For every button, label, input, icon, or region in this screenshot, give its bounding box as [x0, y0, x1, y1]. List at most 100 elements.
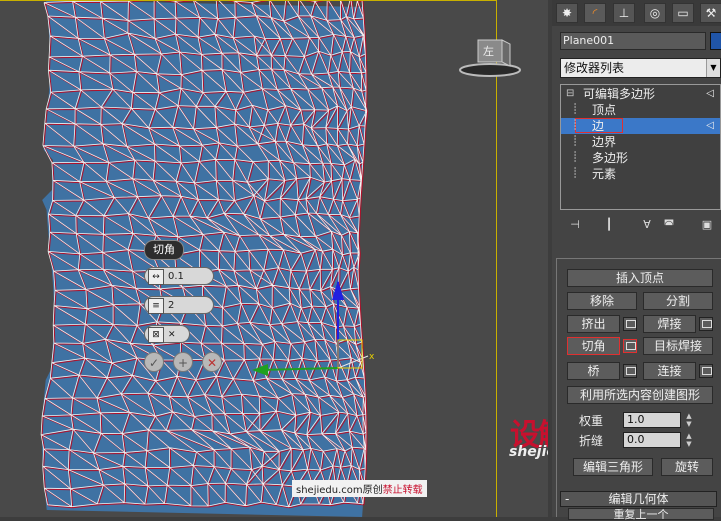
tree-branch-icon: ┊	[572, 168, 579, 179]
end-result-icon: ┃	[605, 218, 613, 231]
open-toggle-x: ✕	[168, 330, 176, 340]
crease-label: 折缝	[579, 434, 604, 448]
motion-icon: ◎	[649, 6, 661, 20]
tree-branch-icon: ┊	[572, 152, 579, 163]
collapse-minus-icon: -	[565, 492, 570, 506]
modifier-stack: ⊟ 可编辑多边形 ◁ ┊ 顶点 ┊ 边 ◁ ┊ 边界 ┊ 多边形 ┊ 元素	[560, 84, 721, 210]
tree-branch-icon: ┊	[572, 120, 579, 131]
stack-item-label: 顶点	[592, 103, 617, 117]
pin-icon: ⊣	[570, 218, 580, 231]
caddy-segments-value: 2	[168, 300, 175, 311]
hierarchy-tab[interactable]: ⊥	[613, 3, 635, 23]
stack-item-edge[interactable]: ┊ 边 ◁	[561, 118, 720, 134]
connect-button[interactable]: 连接	[643, 362, 696, 380]
check-icon: ✓	[148, 356, 160, 370]
caddy-title-label: 切角	[153, 243, 175, 256]
caddy-amount-value: 0.1	[168, 271, 184, 282]
trash-icon: ◚	[663, 218, 675, 231]
stack-item-element[interactable]: ┊ 元素	[561, 166, 720, 182]
chamfer-amount-icon: ↔	[148, 269, 164, 285]
caddy-segments-field[interactable]: ≡ 2	[144, 296, 214, 314]
chevron-down-icon: ▼	[706, 59, 720, 77]
stack-item-polygon[interactable]: ┊ 多边形	[561, 150, 720, 166]
caddy-cancel-button[interactable]: ✕	[202, 352, 222, 372]
bridge-button[interactable]: 桥	[567, 362, 620, 380]
caddy-open-toggle[interactable]: ⊠ ✕	[144, 325, 190, 343]
turn-button[interactable]: 旋转	[661, 458, 713, 476]
configure-sets-button[interactable]: ▣	[698, 216, 716, 234]
show-end-result-button[interactable]: ┃	[600, 216, 618, 234]
command-panel: ✸ ◜ ⊥ ◎ ▭ ⚒ Plane001 修改器列表 ▼ ⊟ 可编辑多边形 ◁ ┊…	[552, 0, 721, 521]
motion-tab[interactable]: ◎	[644, 3, 666, 23]
connect-settings-button[interactable]	[699, 364, 713, 378]
weld-button[interactable]: 焊接	[643, 315, 696, 333]
tree-branch-icon: ┊	[572, 136, 579, 147]
command-tabs: ✸ ◜ ⊥ ◎ ▭ ⚒	[552, 0, 721, 26]
caddy-title[interactable]: 切角	[144, 240, 184, 260]
configure-icon: ▣	[701, 218, 713, 231]
active-flag-icon: ◁	[706, 120, 714, 131]
stack-item-label: 边界	[592, 135, 617, 149]
extrude-button[interactable]: 挤出	[567, 315, 620, 333]
edit-edges-rollout: 插入顶点 移除 分割 挤出 焊接 切角 目标焊接 桥 连接 利用所选内容创建图形…	[556, 258, 721, 517]
utilities-icon: ⚒	[705, 6, 717, 20]
modify-icon: ◜	[592, 6, 598, 20]
stack-item-vertex[interactable]: ┊ 顶点	[561, 102, 720, 118]
repeat-last-button[interactable]: 重复上一个	[568, 508, 714, 521]
bridge-settings-button[interactable]	[623, 364, 637, 378]
pin-stack-button[interactable]: ⊣	[566, 216, 584, 234]
make-unique-button[interactable]: ∀	[638, 216, 656, 234]
stack-root-label: 可编辑多边形	[583, 87, 656, 101]
credit-site: shejiedu.com原创	[296, 485, 383, 496]
create-tab[interactable]: ✸	[556, 3, 578, 23]
open-chamfer-icon: ⊠	[148, 327, 164, 343]
collapse-icon: ⊟	[566, 88, 575, 99]
weight-spinner-arrows[interactable]: ▲ ▼	[684, 412, 694, 428]
chamfer-button[interactable]: 切角	[567, 337, 620, 355]
stack-item-label: 边	[592, 119, 605, 133]
split-button[interactable]: 分割	[643, 292, 713, 310]
viewport-left[interactable]: 左 x 切角 ↔0.1 ≡2 ⊠✕ ✓ + ✕ 设解读 shejiedu.com…	[0, 0, 548, 517]
caddy-apply-button[interactable]: +	[173, 352, 193, 372]
stack-toolbar: ⊣ ┃ ∀ ◚ ▣	[560, 214, 721, 238]
credit-warning: 禁止转载	[382, 485, 423, 496]
crease-spinner-arrows[interactable]: ▲ ▼	[684, 432, 694, 448]
credit-banner: shejiedu.com原创禁止转载	[292, 480, 427, 497]
x-icon: ✕	[206, 356, 218, 370]
modifier-list-label: 修改器列表	[564, 61, 625, 75]
display-tab[interactable]: ▭	[672, 3, 694, 23]
stack-item-border[interactable]: ┊ 边界	[561, 134, 720, 150]
create-icon: ✸	[561, 6, 573, 20]
segments-icon: ≡	[148, 298, 164, 314]
unique-icon: ∀	[643, 218, 651, 231]
move-gizmo[interactable]: x	[0, 0, 548, 517]
chamfer-settings-button[interactable]	[623, 339, 637, 353]
display-icon: ▭	[677, 6, 689, 20]
stack-item-label: 元素	[592, 167, 617, 181]
utilities-tab[interactable]: ⚒	[700, 3, 721, 23]
edit-geometry-label: 编辑几何体	[608, 492, 669, 506]
weld-settings-button[interactable]	[699, 317, 713, 331]
stack-item-label: 多边形	[592, 151, 629, 165]
weight-spinner[interactable]: 1.0	[623, 412, 681, 428]
create-shape-button[interactable]: 利用所选内容创建图形	[567, 386, 713, 404]
hierarchy-icon: ⊥	[618, 6, 630, 20]
object-name-field[interactable]: Plane001	[560, 32, 706, 50]
modify-tab[interactable]: ◜	[584, 3, 606, 23]
weight-label: 权重	[579, 414, 604, 428]
caddy-ok-button[interactable]: ✓	[144, 352, 164, 372]
modifier-list-dropdown[interactable]: 修改器列表 ▼	[560, 58, 721, 78]
insert-vertex-button[interactable]: 插入顶点	[567, 269, 713, 287]
axis-x-label: x	[369, 352, 375, 362]
caddy-amount-field[interactable]: ↔ 0.1	[144, 267, 214, 285]
edit-triangulation-button[interactable]: 编辑三角形	[573, 458, 653, 476]
remove-button[interactable]: 移除	[567, 292, 637, 310]
target-weld-button[interactable]: 目标焊接	[643, 337, 713, 355]
extrude-settings-button[interactable]	[623, 317, 637, 331]
stack-item-editable-poly[interactable]: ⊟ 可编辑多边形 ◁	[561, 86, 720, 102]
object-color-swatch[interactable]	[710, 32, 721, 50]
edit-geometry-rollout-header[interactable]: - 编辑几何体	[560, 491, 717, 507]
remove-modifier-button[interactable]: ◚	[660, 216, 678, 234]
crease-spinner[interactable]: 0.0	[623, 432, 681, 448]
active-flag-icon: ◁	[706, 88, 714, 99]
